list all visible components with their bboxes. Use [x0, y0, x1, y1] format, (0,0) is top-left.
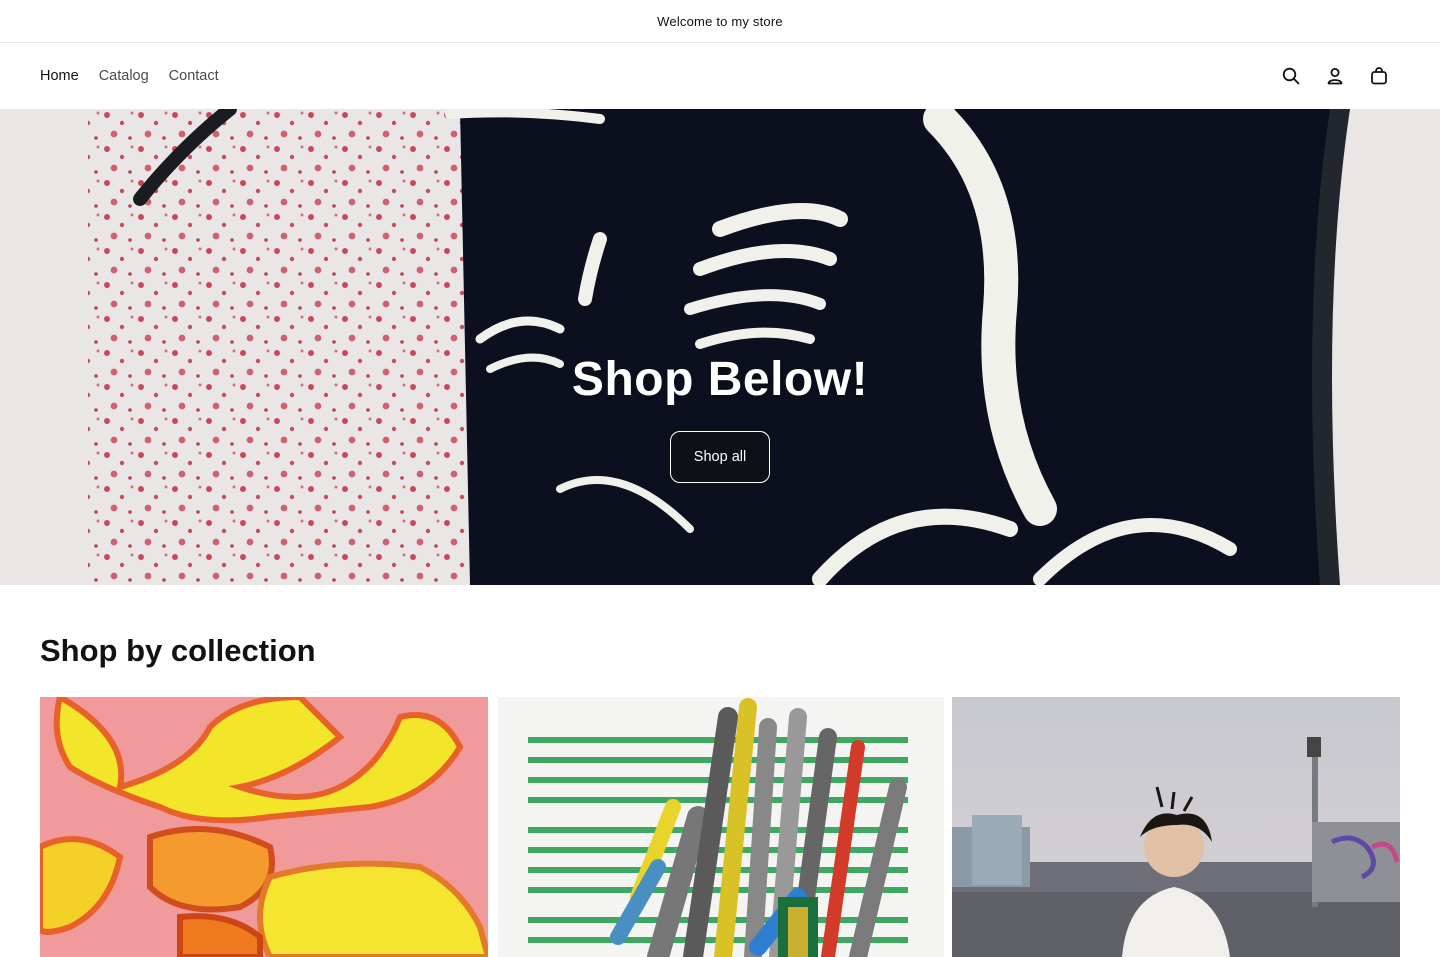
collection-card-3[interactable]: [952, 697, 1400, 957]
hero-title: Shop Below!: [571, 352, 869, 406]
search-icon[interactable]: [1280, 65, 1302, 87]
collection-image-flowers: [40, 697, 488, 957]
header-icons: [1280, 65, 1390, 87]
collection-card-1[interactable]: [40, 697, 488, 957]
collections-heading: Shop by collection: [40, 633, 316, 668]
site-header: Home Catalog Contact: [0, 43, 1440, 109]
announcement-text: Welcome to my store: [657, 13, 783, 29]
collection-image-portrait: [952, 697, 1400, 957]
collection-grid: [40, 697, 1400, 957]
collection-image-pens: [498, 697, 944, 957]
nav-catalog[interactable]: Catalog: [99, 68, 149, 84]
hero-banner: Shop Below! Shop all: [0, 109, 1440, 585]
collection-card-2[interactable]: [498, 697, 944, 957]
nav-home[interactable]: Home: [40, 68, 79, 84]
cart-icon[interactable]: [1368, 65, 1390, 87]
announcement-bar: Welcome to my store: [0, 0, 1440, 43]
shop-all-button[interactable]: Shop all: [669, 430, 771, 483]
account-icon[interactable]: [1324, 65, 1346, 87]
hero-content: Shop Below! Shop all: [0, 109, 1440, 585]
nav-contact[interactable]: Contact: [169, 68, 219, 84]
main-nav: Home Catalog Contact: [40, 68, 219, 84]
